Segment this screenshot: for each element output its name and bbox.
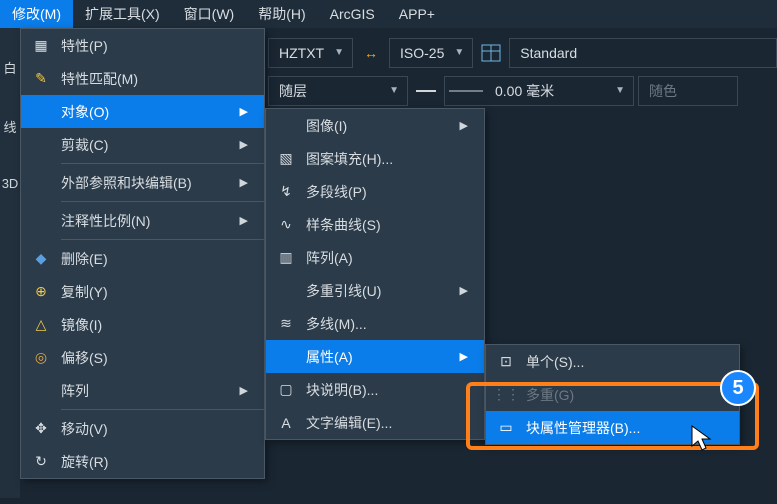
anno-scale-item[interactable]: 注释性比例(N)▶ [21,204,264,237]
rotate-item[interactable]: ↻ 旋转(R) [21,445,264,478]
battman-icon: ▭ [496,418,516,438]
style-toolbar: HZTXT ▼ ↔ ISO-25 ▼ Standard [268,35,777,70]
hatch-icon: ▧ [276,149,296,169]
submenu-arrow-icon: ▶ [234,384,248,397]
chevron-down-icon: ▼ [330,47,348,58]
modify-menu: ▦ 特性(P) ✎ 特性匹配(M) 对象(O)▶ 剪裁(C)▶ 外部参照和块编辑… [20,28,265,479]
color-value: 随色 [643,81,683,101]
erase-item[interactable]: ◆ 删除(E) [21,242,264,275]
menu-help[interactable]: 帮助(H) [246,0,317,28]
match-properties-item[interactable]: ✎ 特性匹配(M) [21,62,264,95]
menu-arcgis[interactable]: ArcGIS [318,0,387,28]
block-description-item[interactable]: ▢ 块说明(B)... [266,373,484,406]
spline-item[interactable]: ∿ 样条曲线(S) [266,208,484,241]
left-dock-item: 白 [3,58,16,77]
attr-multi-item[interactable]: ⋮⋮ 多重(G) [486,378,739,411]
properties-item[interactable]: ▦ 特性(P) [21,29,264,62]
left-dock: 白 线 3D [0,28,20,498]
submenu-arrow-icon: ▶ [234,214,248,227]
attr-single-item[interactable]: ⊡ 单个(S)... [486,345,739,378]
mline-icon: ≋ [276,314,296,334]
attribute-item[interactable]: 属性(A)▶ [266,340,484,373]
rotate-icon: ↻ [31,452,51,472]
copy-icon: ⊕ [31,282,51,302]
separator [61,239,264,240]
polyline-item[interactable]: ↯ 多段线(P) [266,175,484,208]
lineweight-dropdown[interactable]: 0.00 毫米 ▼ [444,76,634,106]
eraser-icon: ◆ [31,249,51,269]
hatch-item[interactable]: ▧ 图案填充(H)... [266,142,484,175]
dim-style-dropdown[interactable]: ISO-25 ▼ [389,38,473,68]
table-style-dropdown[interactable]: Standard [509,38,777,68]
battman-item[interactable]: ▭ 块属性管理器(B)... [486,411,739,444]
callout-badge: 5 [720,370,756,406]
clip-item[interactable]: 剪裁(C)▶ [21,128,264,161]
single-attr-icon: ⊡ [496,352,516,372]
dimension-icon[interactable]: ↔ [357,40,385,66]
separator [61,409,264,410]
attribute-submenu: ⊡ 单个(S)... ⋮⋮ 多重(G) ▭ 块属性管理器(B)... [485,344,740,445]
image-item[interactable]: 图像(I)▶ [266,109,484,142]
dim-style-value: ISO-25 [394,45,450,61]
color-dropdown[interactable]: 随色 [638,76,738,106]
polyline-icon: ↯ [276,182,296,202]
properties-icon: ▦ [31,36,51,56]
text-edit-icon: A [276,413,296,433]
separator [61,163,264,164]
linetype-icon[interactable] [412,78,440,104]
layer-value: 随层 [273,81,313,101]
menu-modify[interactable]: 修改(M) [0,0,73,28]
chevron-down-icon: ▼ [450,47,468,58]
array-icon: ▥ [276,248,296,268]
chevron-down-icon: ▼ [385,85,403,96]
offset-icon: ◎ [31,348,51,368]
mleader-item[interactable]: 多重引线(U)▶ [266,274,484,307]
text-style-dropdown[interactable]: HZTXT ▼ [268,38,353,68]
menu-window[interactable]: 窗口(W) [172,0,247,28]
mirror-item[interactable]: △ 镜像(I) [21,308,264,341]
multi-attr-icon: ⋮⋮ [496,385,516,405]
table-style-icon[interactable] [477,40,505,66]
text-edit-item[interactable]: A 文字编辑(E)... [266,406,484,439]
layer-toolbar: 随层 ▼ 0.00 毫米 ▼ 随色 [268,73,777,108]
layer-dropdown[interactable]: 随层 ▼ [268,76,408,106]
menu-app[interactable]: APP+ [387,0,447,28]
array-item[interactable]: 阵列▶ [21,374,264,407]
submenu-arrow-icon: ▶ [454,284,468,297]
separator [61,201,264,202]
object-item[interactable]: 对象(O)▶ [21,95,264,128]
mline-item[interactable]: ≋ 多线(M)... [266,307,484,340]
mirror-icon: △ [31,315,51,335]
array-subitem[interactable]: ▥ 阵列(A) [266,241,484,274]
offset-item[interactable]: ◎ 偏移(S) [21,341,264,374]
move-icon: ✥ [31,419,51,439]
submenu-arrow-icon: ▶ [234,105,248,118]
spline-icon: ∿ [276,215,296,235]
brush-icon: ✎ [31,69,51,89]
block-icon: ▢ [276,380,296,400]
xref-edit-item[interactable]: 外部参照和块编辑(B)▶ [21,166,264,199]
text-style-value: HZTXT [273,45,330,61]
lineweight-value: 0.00 毫米 [489,81,560,101]
submenu-arrow-icon: ▶ [234,176,248,189]
submenu-arrow-icon: ▶ [234,138,248,151]
menu-ext-tools[interactable]: 扩展工具(X) [73,0,172,28]
copy-item[interactable]: ⊕ 复制(Y) [21,275,264,308]
left-dock-item: 3D [2,176,19,191]
table-style-value: Standard [514,45,583,61]
chevron-down-icon: ▼ [611,85,629,96]
menubar: 修改(M) 扩展工具(X) 窗口(W) 帮助(H) ArcGIS APP+ [0,0,777,28]
submenu-arrow-icon: ▶ [454,119,468,132]
left-dock-item: 线 [3,117,16,136]
move-item[interactable]: ✥ 移动(V) [21,412,264,445]
submenu-arrow-icon: ▶ [454,350,468,363]
object-submenu: 图像(I)▶ ▧ 图案填充(H)... ↯ 多段线(P) ∿ 样条曲线(S) ▥… [265,108,485,440]
